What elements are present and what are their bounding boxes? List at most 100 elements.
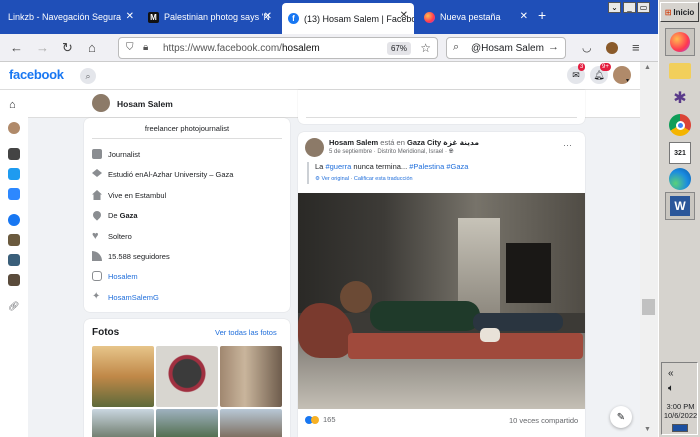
forward-icon[interactable]: → (36, 40, 49, 55)
scroll-down-icon[interactable]: ▼ (644, 426, 651, 433)
post-options-button[interactable]: ··· (563, 140, 572, 150)
place-name[interactable]: Gaza City (407, 138, 441, 147)
twitter-link[interactable]: HosamSalemG (108, 293, 159, 302)
profile-shortcut-icon[interactable] (8, 122, 20, 134)
group-shortcut-icon[interactable] (8, 274, 20, 286)
medium-logo-icon: M (148, 11, 159, 23)
rate-translation-link[interactable]: Calificar esta traducción (354, 176, 413, 182)
post-date[interactable]: 5 de septiembre · Distrito Meridional, I… (329, 149, 449, 155)
scrollbar-thumb[interactable] (642, 299, 655, 315)
go-arrow-icon[interactable]: → (548, 41, 559, 53)
firefox-taskbar-icon[interactable] (665, 28, 695, 56)
bell-icon[interactable]: 🔔︎ 9+ (590, 63, 611, 84)
info-text[interactable]: Gaza (120, 211, 138, 220)
author-avatar[interactable] (305, 138, 324, 157)
calendar-taskbar-icon[interactable]: 321 (665, 139, 695, 167)
close-icon[interactable]: ✕ (520, 11, 528, 22)
instagram-link[interactable]: Hosalem (108, 272, 138, 281)
hashtag-link[interactable]: #guerra (325, 162, 351, 171)
tab-linkzb[interactable]: Linkzb - Navegación Segura ✕ (2, 4, 140, 30)
minimize-button[interactable]: _ (623, 2, 636, 13)
link-icon[interactable]: 🔗︎ (8, 301, 19, 312)
zoom-level[interactable]: 67% (386, 42, 411, 55)
spider-icon: ✱ (673, 90, 687, 107)
tab-palestinian[interactable]: M Palestinian photog says 'N ✕ (142, 4, 278, 30)
reactions[interactable]: 165 (305, 415, 336, 424)
photo-thumbnail[interactable] (156, 346, 218, 407)
home-icon[interactable]: ⌂ (9, 99, 16, 111)
clock-time[interactable]: 3:00 PM (663, 402, 698, 411)
scroll-up-icon[interactable]: ▲ (644, 64, 651, 71)
profile-avatar[interactable] (92, 94, 110, 112)
hashtag-link[interactable]: #Gaza (446, 162, 468, 171)
search-icon[interactable]: ⌕ (80, 68, 96, 84)
shield-icon[interactable]: ⛉ (126, 42, 134, 53)
shares-count[interactable]: 10 veces compartido (509, 416, 578, 425)
grid-menu-icon[interactable] (8, 148, 20, 160)
folder-taskbar-icon[interactable] (665, 57, 695, 85)
info-text[interactable]: Al-Azhar University – Gaza (143, 170, 233, 179)
tab-nueva[interactable]: Nueva pestaña ✕ (418, 4, 534, 30)
group-shortcut-icon[interactable] (8, 254, 20, 266)
pocket-icon[interactable]: ◡ (582, 41, 592, 54)
lock-icon[interactable]: 🔒︎ (143, 42, 148, 53)
post-photo[interactable] (298, 193, 585, 409)
photo-thumbnail[interactable] (220, 346, 282, 407)
see-original-link[interactable]: Ver original (321, 176, 349, 182)
tray-expand-button[interactable]: « (668, 368, 674, 379)
notifications-badge: 9+ (600, 63, 611, 71)
watch-icon[interactable] (8, 168, 20, 180)
bookmark-star-icon[interactable]: ☆ (420, 41, 431, 55)
facebook-favicon-icon: f (288, 13, 299, 24)
home-icon[interactable]: ⌂ (88, 40, 96, 55)
close-icon[interactable]: ✕ (264, 11, 272, 22)
photo-thumbnail[interactable] (92, 346, 154, 407)
back-icon[interactable]: ← (10, 40, 23, 55)
hashtag-link[interactable]: #Palestina (409, 162, 444, 171)
edge-taskbar-icon[interactable] (665, 165, 695, 193)
photo-child-body (370, 301, 480, 331)
scrollbar[interactable]: ▲ ▼ (640, 62, 658, 437)
speaker-icon[interactable]: 🔈︎ (668, 383, 674, 394)
intro-card: freelancer photojournalist Journalist Es… (84, 118, 290, 312)
compose-message-button[interactable]: ✎ (610, 406, 632, 428)
tab-label: (13) Hosam Salem | Facebo (304, 13, 414, 24)
chevron-down-icon[interactable]: ▾ (626, 77, 629, 84)
close-icon[interactable]: ✕ (126, 11, 134, 22)
photo-thumbnail[interactable] (220, 409, 282, 437)
profile-name[interactable]: Hosam Salem (117, 99, 173, 109)
photos-card: Fotos Ver todas las fotos (84, 319, 290, 437)
word-taskbar-icon[interactable]: W (665, 192, 695, 220)
photo-thumbnail[interactable] (92, 409, 154, 437)
author-name[interactable]: Hosam Salem (329, 138, 378, 147)
info-text[interactable]: 15.588 seguidores (108, 252, 170, 261)
start-button[interactable]: ⊞ Inicio (660, 2, 699, 22)
place-name-arabic[interactable]: مدينة غزة (443, 138, 479, 147)
messenger-icon[interactable]: ✉ 3 (567, 63, 586, 84)
account-avatar-icon[interactable] (606, 42, 618, 54)
heart-icon: ♥ (92, 230, 99, 242)
clock-date[interactable]: 10/6/2022 (662, 411, 699, 420)
tab-list-button[interactable]: ⌄ (608, 2, 621, 13)
reload-icon[interactable]: ↻ (62, 40, 73, 56)
desktop-icon[interactable] (672, 424, 688, 432)
post-text-pre: La (315, 162, 326, 171)
restore-button[interactable]: ▭ (637, 2, 650, 13)
search-field[interactable]: ⌕ @Hosam Salem → (446, 37, 566, 59)
facebook-logo[interactable]: facebook (9, 67, 64, 82)
spider-taskbar-icon[interactable]: ✱ (665, 84, 695, 112)
info-text[interactable]: Estambul (135, 191, 166, 200)
group-shortcut-icon[interactable] (8, 234, 20, 246)
twitter-icon: ✦ (92, 291, 101, 302)
address-bar[interactable]: ⛉ 🔒︎ https://www.facebook.com/hosalem 67… (118, 37, 438, 59)
tab-facebook[interactable]: f (13) Hosam Salem | Facebo ✕ (282, 3, 414, 34)
see-all-photos-link[interactable]: Ver todas las fotos (215, 328, 277, 337)
groups-icon[interactable] (8, 214, 20, 226)
new-tab-button[interactable]: + (538, 7, 546, 23)
photo-thumbnail[interactable] (156, 409, 218, 437)
menu-icon[interactable]: ≡ (632, 40, 640, 55)
close-icon[interactable]: ✕ (400, 10, 408, 21)
start-label: Inicio (673, 7, 695, 17)
chrome-taskbar-icon[interactable] (665, 111, 695, 139)
marketplace-icon[interactable] (8, 188, 20, 200)
